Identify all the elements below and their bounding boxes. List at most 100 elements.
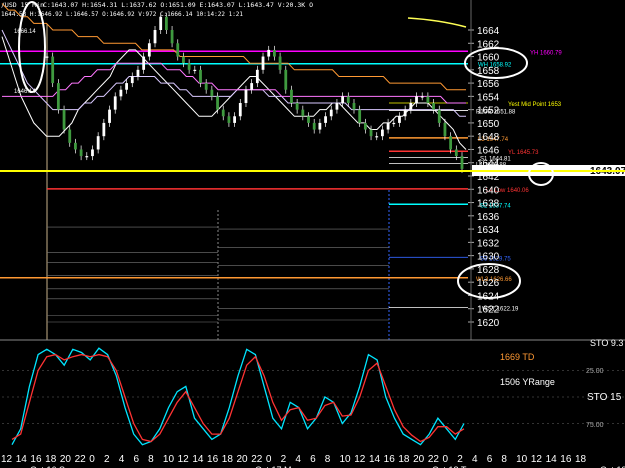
price-bar-body bbox=[142, 56, 146, 70]
price-bar-body bbox=[307, 116, 310, 123]
price-bar-body bbox=[221, 109, 225, 117]
price-bar-body bbox=[119, 89, 123, 97]
price-bar-body bbox=[159, 16, 163, 30]
x-tick-label: 14 bbox=[369, 454, 381, 465]
x-tick-label: 4 bbox=[119, 454, 125, 465]
price-bar-body bbox=[386, 122, 390, 130]
price-bar-body bbox=[415, 96, 418, 103]
price-bar-body bbox=[381, 129, 384, 137]
price-bar-body bbox=[51, 56, 55, 84]
price-bar-body bbox=[244, 89, 248, 103]
x-tick-label: 20 bbox=[413, 454, 425, 465]
price-bar-body bbox=[335, 103, 339, 110]
x-tick-label: 6 bbox=[487, 454, 493, 465]
price-bar-body bbox=[409, 103, 413, 110]
price-bar-body bbox=[449, 136, 453, 150]
price-bar-body bbox=[301, 109, 305, 117]
y-tick-label: 1632 bbox=[477, 238, 500, 249]
price-bar-body bbox=[45, 56, 49, 58]
price-bar-body bbox=[153, 30, 157, 44]
osc-tick-label: 75.00 bbox=[586, 422, 604, 429]
price-bar-body bbox=[261, 56, 265, 70]
price-bar-body bbox=[329, 109, 333, 117]
y-tick-label: 1636 bbox=[477, 212, 500, 223]
x-tick-label: 12 bbox=[178, 454, 190, 465]
x-tick-label: 12 bbox=[531, 454, 543, 465]
price-bar-body bbox=[290, 89, 293, 103]
x-tick-label: 6 bbox=[133, 454, 139, 465]
price-bar-body bbox=[295, 103, 299, 110]
price-bar-body bbox=[312, 122, 316, 130]
sto-label: STO 15 bbox=[587, 392, 622, 403]
price-bar-body bbox=[420, 96, 424, 98]
x-tick-label: 14 bbox=[16, 454, 28, 465]
price-bar-body bbox=[267, 49, 271, 57]
quote-line: C:1643.07 H:1654.31 L:1637.62 O:1651.09 … bbox=[43, 1, 313, 9]
x-tick-label: 16 bbox=[207, 454, 219, 465]
price-bar-body bbox=[182, 56, 185, 64]
y-tick-label: 1656 bbox=[477, 79, 500, 90]
x-tick-label: 18 bbox=[45, 454, 57, 465]
x-tick-label: 8 bbox=[148, 454, 154, 465]
x-tick-label: 16 bbox=[560, 454, 572, 465]
price-bar-body bbox=[147, 43, 151, 57]
price-bar-body bbox=[392, 122, 396, 125]
x-tick-label: 2 bbox=[457, 454, 463, 465]
price-bar-body bbox=[398, 116, 401, 123]
x-tick-label: 10 bbox=[163, 454, 175, 465]
x-tick-label: 10 bbox=[340, 454, 352, 465]
y-tick-label: 1660 bbox=[477, 53, 500, 64]
td-label: 1669 TD bbox=[500, 352, 535, 362]
price-bar-body bbox=[164, 16, 168, 30]
osc-tick-label: 25.00 bbox=[586, 368, 604, 375]
left-price-label: 1666.14 bbox=[14, 29, 36, 35]
price-bar-body bbox=[204, 83, 208, 90]
x-tick-label: 14 bbox=[546, 454, 558, 465]
price-bar-body bbox=[352, 103, 356, 110]
y-tick-label: 1634 bbox=[477, 225, 500, 236]
price-bar-body bbox=[369, 129, 373, 137]
y-tick-label: 1628 bbox=[477, 265, 500, 276]
y-tick-label: 1652 bbox=[477, 106, 500, 117]
x-tick-label: 22 bbox=[75, 454, 87, 465]
x-tick-label: 4 bbox=[472, 454, 478, 465]
y-tick-label: 1630 bbox=[477, 252, 500, 263]
x-tick-label: 12 bbox=[1, 454, 13, 465]
x-tick-label: 16 bbox=[30, 454, 42, 465]
yrange-label: 1506 YRange bbox=[500, 377, 555, 387]
price-bar-body bbox=[130, 76, 134, 84]
price-bar-body bbox=[136, 69, 140, 77]
level-label: Yest Mid Point 1653 bbox=[508, 102, 562, 108]
price-bar-body bbox=[238, 103, 242, 117]
level-label: YH 1660.79 bbox=[530, 50, 562, 56]
price-bar-body bbox=[56, 83, 60, 110]
y-tick-label: 1654 bbox=[477, 92, 500, 103]
sub-quote-line: 1644.58 H:1646.92 L:1646.57 O:1646.92 V:… bbox=[1, 11, 243, 18]
x-tick-label: 2 bbox=[104, 454, 110, 465]
level-label: YL 1645.73 bbox=[508, 150, 539, 156]
price-bar-body bbox=[358, 109, 362, 123]
price-bar-body bbox=[460, 156, 464, 169]
x-tick-label: 2 bbox=[281, 454, 287, 465]
y-tick-label: 1650 bbox=[477, 119, 500, 130]
y-tick-label: 1664 bbox=[477, 26, 500, 37]
price-bar-body bbox=[278, 56, 282, 70]
price-bar-body bbox=[102, 122, 106, 137]
price-bar-body bbox=[170, 30, 174, 44]
x-tick-label: 10 bbox=[516, 454, 528, 465]
x-tick-label: 12 bbox=[354, 454, 366, 465]
y-tick-label: 1646 bbox=[477, 145, 500, 156]
y-tick-label: 1620 bbox=[477, 318, 500, 329]
x-tick-label: 22 bbox=[428, 454, 440, 465]
price-bar-body bbox=[437, 109, 441, 123]
price-bar-body bbox=[324, 116, 327, 123]
y-tick-label: 1626 bbox=[477, 278, 500, 289]
price-bar-body bbox=[227, 116, 231, 123]
x-tick-label: 0 bbox=[266, 454, 272, 465]
x-tick-label: 22 bbox=[251, 454, 263, 465]
x-tick-label: 16 bbox=[384, 454, 396, 465]
x-tick-label: 8 bbox=[501, 454, 507, 465]
price-bar-body bbox=[113, 96, 117, 110]
x-tick-label: 8 bbox=[325, 454, 331, 465]
price-bar-body bbox=[199, 69, 202, 84]
